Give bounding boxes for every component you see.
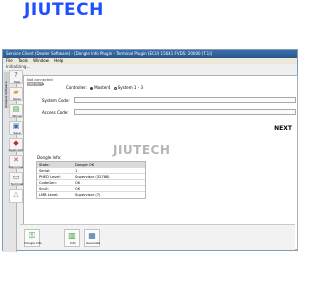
- application-tool-button[interactable]: ◆ Application: [9, 138, 25, 152]
- status-line: Initializing...: [6, 64, 31, 69]
- radio-master4[interactable]: [90, 86, 94, 90]
- menu-window[interactable]: Window: [33, 58, 49, 63]
- save-tool-button[interactable]: ▣ Save: [9, 121, 23, 135]
- radio-master4-label: Master4: [94, 85, 111, 90]
- window-title: Service Client (Dealer Software) - [Dong…: [3, 50, 297, 58]
- save-icon: ▣: [12, 122, 20, 130]
- system-code-field[interactable]: [74, 97, 296, 103]
- sidebar-tab-label: Analysis Software: [4, 81, 8, 108]
- dongle-row-lmb-level: LMB Level: Supervisor (7): [39, 193, 101, 197]
- info-icon: ▥: [68, 231, 76, 240]
- generate-icon: ▦: [88, 231, 96, 240]
- radio-system-label: System 1 - 3: [117, 85, 143, 90]
- open-folder-icon: ▰: [13, 88, 19, 96]
- disconnect-tool-button[interactable]: ✕ Disconnect: [9, 155, 25, 169]
- menu-tools[interactable]: Tools: [18, 58, 28, 63]
- access-code-field[interactable]: [74, 109, 296, 115]
- help-icon: ?: [14, 71, 18, 79]
- info-button[interactable]: ▥ Info: [64, 229, 80, 247]
- open-tool-button[interactable]: ▰ Open: [9, 87, 23, 101]
- jiutech-watermark-center: JIUTECH: [113, 143, 171, 157]
- warning-tool-button[interactable]: △: [9, 189, 23, 203]
- controller-row: Controller: Master4 System 1 - 3: [66, 85, 143, 90]
- dongle-info-button[interactable]: ⚿ Dongle Info: [24, 229, 42, 247]
- menu-file[interactable]: File: [6, 58, 13, 63]
- terminal-icon: ▭: [12, 173, 20, 181]
- bottom-toolbar: ⚿ Dongle Info ▥ Info ▦ Generate: [20, 224, 295, 250]
- disconnect-icon: ✕: [13, 156, 19, 164]
- jiutech-watermark-top: JIUTECH: [24, 0, 104, 20]
- radio-system[interactable]: [113, 86, 117, 90]
- whole-tool-button[interactable]: ▤ Whole: [9, 104, 23, 118]
- application-icon: ◆: [13, 139, 19, 147]
- help-tool-button[interactable]: ? Help: [9, 70, 23, 84]
- menu-help[interactable]: Help: [54, 58, 63, 63]
- dongle-info-table: State: Dongle OK Serial: 1 PHED Level: S…: [36, 161, 146, 199]
- tab-controllers[interactable]: Controllers: [27, 82, 44, 86]
- access-code-label: Access Code:: [42, 110, 69, 115]
- system-code-label: System Code:: [42, 98, 70, 103]
- warning-icon: △: [13, 190, 19, 198]
- dongle-info-title: Dongle Info:: [37, 155, 62, 160]
- generate-button[interactable]: ▦ Generate: [84, 229, 100, 247]
- dongle-icon: ⚿: [28, 231, 36, 240]
- controller-label: Controller:: [66, 85, 87, 90]
- chart-icon: ▤: [12, 105, 20, 113]
- next-button[interactable]: NEXT: [271, 122, 295, 136]
- terminal-tool-button[interactable]: ▭ Terminal: [9, 172, 23, 186]
